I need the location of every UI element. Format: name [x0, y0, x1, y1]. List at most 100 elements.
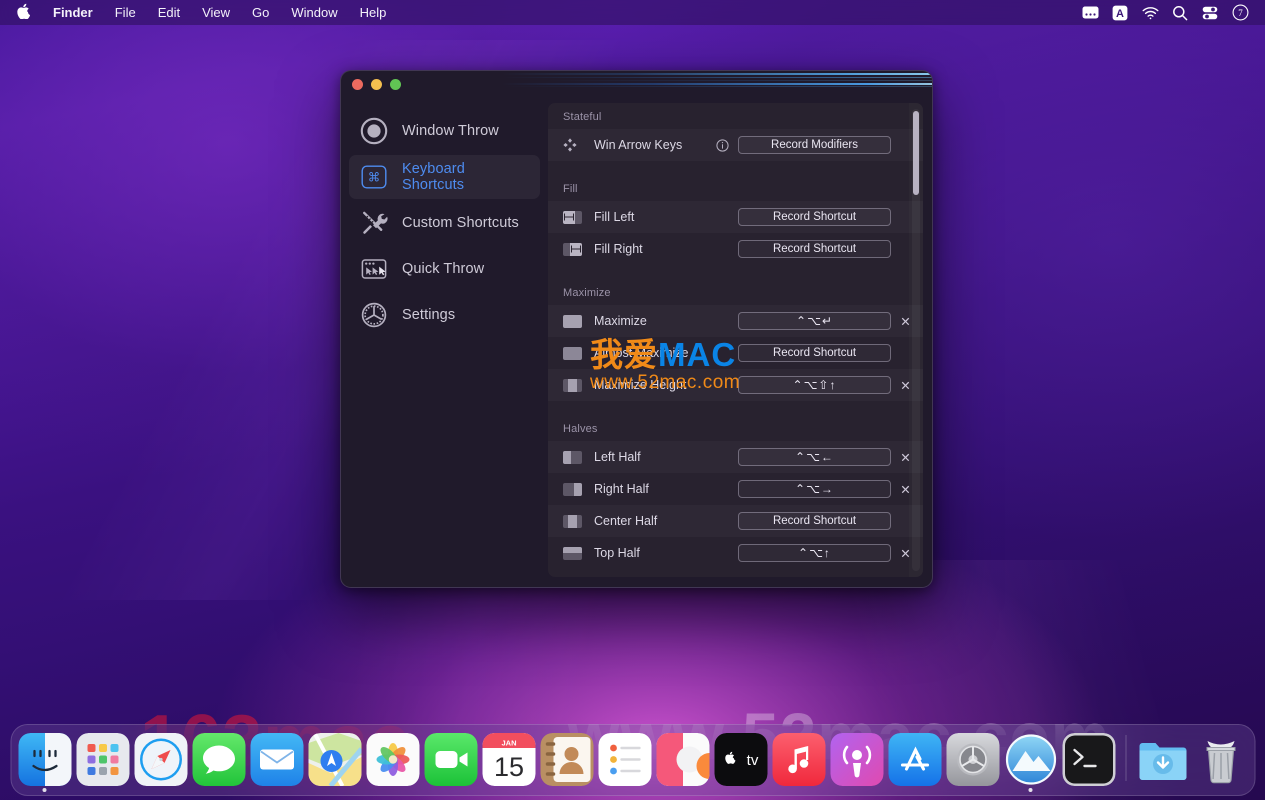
record-modifiers-button[interactable]: Record Modifiers: [738, 136, 891, 154]
window-title-bar[interactable]: [341, 71, 932, 97]
menu-item-finder[interactable]: Finder: [42, 4, 104, 21]
dock-item-terminal[interactable]: [1062, 733, 1115, 786]
sidebar-item-custom-shortcuts[interactable]: Custom Shortcuts: [349, 201, 540, 245]
section-header-fill: Fill: [563, 183, 578, 195]
sidebar-item-window-throw[interactable]: Window Throw: [349, 109, 540, 153]
close-button[interactable]: [352, 79, 363, 90]
apple-tv-icon: tv: [714, 733, 767, 786]
launchpad-icon: [76, 733, 129, 786]
dock-item-calendar[interactable]: JAN 15: [482, 733, 535, 786]
record-shortcut-wrap: Record Shortcut: [738, 344, 891, 362]
spotlight-search-icon[interactable]: [1167, 2, 1193, 24]
svg-text:⌘: ⌘: [368, 171, 381, 185]
shortcut-row-maximize-height[interactable]: Maximize Height ⌃⌥⇧↑ ✕: [548, 369, 923, 401]
shortcut-row-top-half[interactable]: Top Half ⌃⌥↑ ✕: [548, 537, 923, 569]
apple-logo-icon[interactable]: [0, 3, 42, 22]
menu-item-file[interactable]: File: [104, 4, 147, 21]
menu-item-go[interactable]: Go: [241, 4, 280, 21]
fill-left-thumb-icon: [563, 210, 585, 224]
menu-item-view[interactable]: View: [191, 4, 241, 21]
window-throw-icon: [1004, 733, 1057, 786]
left-half-thumb-icon: [563, 450, 585, 464]
shortcut-key-field[interactable]: ⌃⌥⇧↑: [738, 376, 891, 394]
dock-item-contacts[interactable]: [540, 733, 593, 786]
record-shortcut-wrap: Record Shortcut: [738, 240, 891, 258]
wrench-ruler-icon: [359, 208, 389, 238]
dock-item-maps[interactable]: [308, 733, 361, 786]
shortcut-row-right-half[interactable]: Right Half ⌃⌥→ ✕: [548, 473, 923, 505]
safari-icon: [134, 733, 187, 786]
running-indicator-dot: [42, 788, 47, 792]
sidebar-item-keyboard-shortcuts[interactable]: ⌘ Keyboard Shortcuts: [349, 155, 540, 199]
dock-item-app-store[interactable]: [888, 733, 941, 786]
scrollbar-thumb[interactable]: [913, 111, 919, 195]
mail-icon: [250, 733, 303, 786]
dock-item-system-preferences[interactable]: [946, 733, 999, 786]
shortcut-row-fill-left[interactable]: Fill Left Record Shortcut: [548, 201, 923, 233]
shortcut-row-almost-maximize[interactable]: Almost Maximize Record Shortcut: [548, 337, 923, 369]
dock-item-music-pink[interactable]: [656, 733, 709, 786]
calendar-icon: JAN 15: [482, 733, 535, 786]
messages-icon: [192, 733, 245, 786]
dock-item-downloads-folder[interactable]: [1136, 733, 1189, 786]
menu-item-window[interactable]: Window: [280, 4, 348, 21]
window-body: Window Throw ⌘ Keyboard Shortcuts Custom…: [341, 97, 932, 587]
record-shortcut-button[interactable]: Record Shortcut: [738, 344, 891, 362]
menu-bar-left: Finder File Edit View Go Window Help: [0, 3, 397, 22]
music-pink-icon: [656, 733, 709, 786]
dock-item-podcasts[interactable]: [830, 733, 883, 786]
shortcut-row-label: Center Half: [594, 514, 658, 528]
dock-item-apple-tv[interactable]: tv: [714, 733, 767, 786]
dock-item-trash[interactable]: [1194, 733, 1247, 786]
siri-icon[interactable]: 7: [1227, 2, 1253, 24]
shortcut-row-left-half[interactable]: Left Half ⌃⌥← ✕: [548, 441, 923, 473]
shortcut-row-center-half[interactable]: Center Half Record Shortcut: [548, 505, 923, 537]
shortcut-row-fill-right[interactable]: Fill Right Record Shortcut: [548, 233, 923, 265]
shortcut-key-field[interactable]: ⌃⌥↑: [738, 544, 891, 562]
dock-item-reminders[interactable]: [598, 733, 651, 786]
record-shortcut-button[interactable]: Record Shortcut: [738, 240, 891, 258]
menu-item-edit[interactable]: Edit: [147, 4, 191, 21]
shortcut-key-field[interactable]: ⌃⌥→: [738, 480, 891, 498]
downloads-folder-icon: [1136, 733, 1189, 786]
shortcut-field-wrap: ⌃⌥↑ ✕: [738, 544, 923, 562]
info-circle-icon[interactable]: [716, 138, 729, 152]
dock-item-finder[interactable]: [18, 733, 71, 792]
dock-item-launchpad[interactable]: [76, 733, 129, 786]
almost-maximize-thumb-icon: [563, 346, 585, 360]
maps-icon: [308, 733, 361, 786]
shortcut-row-win-arrow-keys[interactable]: Win Arrow Keys Record Modifiers: [548, 129, 923, 161]
shortcut-row-maximize[interactable]: Maximize ⌃⌥↵ ✕: [548, 305, 923, 337]
dock-item-photos[interactable]: [366, 733, 419, 786]
shortcut-row-label: Fill Left: [594, 210, 635, 224]
menu-item-help[interactable]: Help: [349, 4, 398, 21]
shortcut-row-label: Right Half: [594, 482, 649, 496]
dock-item-messages[interactable]: [192, 733, 245, 786]
zoom-button[interactable]: [390, 79, 401, 90]
minimize-button[interactable]: [371, 79, 382, 90]
circle-target-icon: [359, 116, 389, 146]
contacts-icon: [540, 733, 593, 786]
dock-item-facetime[interactable]: [424, 733, 477, 786]
app-window: Window Throw ⌘ Keyboard Shortcuts Custom…: [340, 70, 933, 588]
dock-item-window-throw[interactable]: [1004, 733, 1057, 792]
wifi-icon[interactable]: [1137, 2, 1163, 24]
record-shortcut-button[interactable]: Record Shortcut: [738, 208, 891, 226]
dock-item-safari[interactable]: [134, 733, 187, 786]
dock-item-mail[interactable]: [250, 733, 303, 786]
input-source-a-icon[interactable]: A: [1107, 2, 1133, 24]
shortcut-key-field[interactable]: ⌃⌥←: [738, 448, 891, 466]
sidebar-item-quick-throw[interactable]: Quick Throw: [349, 247, 540, 291]
sidebar-item-settings[interactable]: Settings: [349, 293, 540, 337]
control-center-icon[interactable]: [1197, 2, 1223, 24]
vertical-scrollbar[interactable]: [912, 109, 920, 571]
top-half-thumb-icon: [563, 546, 585, 560]
dock-item-music[interactable]: [772, 733, 825, 786]
control-strip-icon[interactable]: [1077, 2, 1103, 24]
shortcut-key-field[interactable]: ⌃⌥↵: [738, 312, 891, 330]
reminders-icon: [598, 733, 651, 786]
section-header-halves: Halves: [563, 423, 598, 435]
sidebar-item-label: Custom Shortcuts: [402, 215, 519, 231]
record-shortcut-button[interactable]: Record Shortcut: [738, 512, 891, 530]
